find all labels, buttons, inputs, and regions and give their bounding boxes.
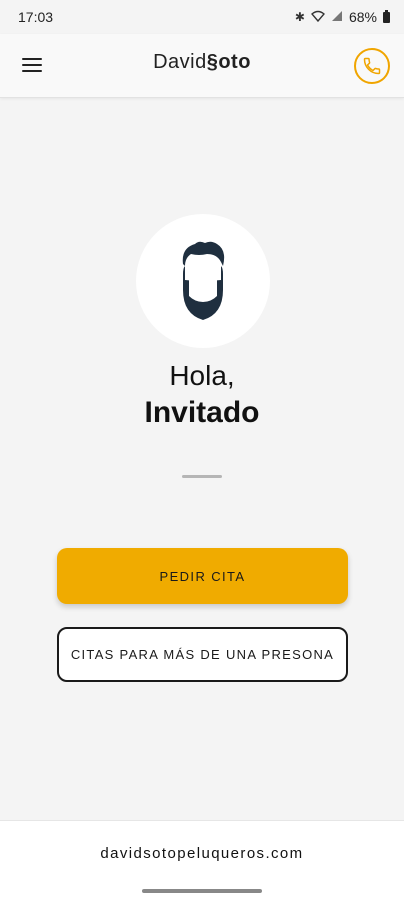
brand-last: §oto xyxy=(206,51,251,73)
user-name: Invitado xyxy=(144,396,260,429)
phone-icon[interactable] xyxy=(354,48,390,84)
website-link[interactable]: davidsotopeluqueros.com xyxy=(0,845,404,862)
brand-first: David xyxy=(153,51,207,73)
wifi-icon xyxy=(310,10,325,25)
brand-logo: David§oto xyxy=(0,51,404,74)
app-bar: David§oto xyxy=(0,34,404,98)
status-bar: 17:03 ✱ 68% xyxy=(0,0,404,34)
book-appointment-button[interactable]: PEDIR CITA xyxy=(57,548,348,604)
status-time: 17:03 xyxy=(18,9,54,25)
group-appointment-button[interactable]: CITAS PARA MÁS DE UNA PRESONA xyxy=(57,627,348,682)
bearded-man-avatar-icon xyxy=(182,241,225,320)
battery-percent: 68% xyxy=(348,9,377,25)
battery-icon xyxy=(383,9,390,23)
divider xyxy=(182,475,222,478)
avatar xyxy=(136,214,270,348)
signal-icon xyxy=(331,10,343,25)
bluetooth-icon: ✱ xyxy=(294,10,305,24)
status-icons: ✱ 68% xyxy=(295,9,390,25)
greeting-text: Hola, xyxy=(169,360,235,391)
footer: davidsotopeluqueros.com xyxy=(0,820,404,900)
gesture-bar[interactable] xyxy=(142,889,262,893)
